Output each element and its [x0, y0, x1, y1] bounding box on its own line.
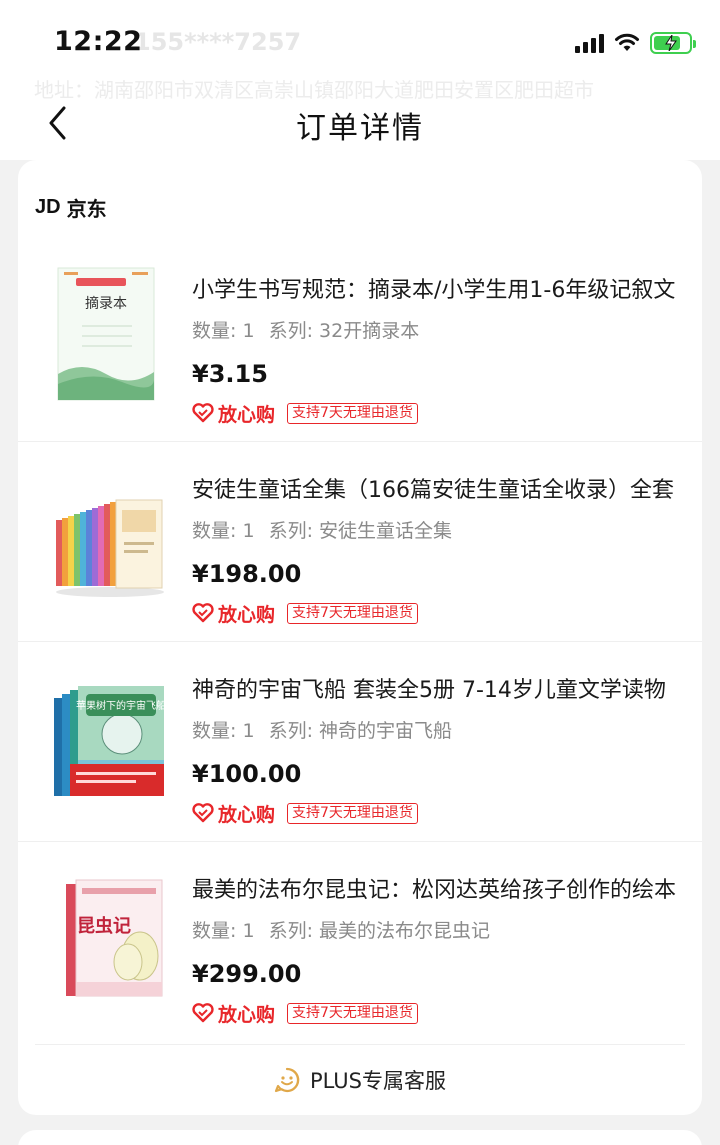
product-price: ¥198.00	[192, 560, 302, 588]
next-section-card	[18, 1130, 702, 1145]
plus-service-label: PLUS专属客服	[309, 1068, 447, 1093]
product-price: ¥299.00	[192, 960, 302, 988]
product-item[interactable]: 昆虫记 最美的法布尔昆虫记：松冈达英给孩子创作的绘本 数量: 1 系列: 最美的…	[18, 842, 702, 1042]
product-item[interactable]: 苹果树下的宇宙飞船 神奇的宇宙飞船 套装全5册 7-14岁儿童文学读物 数量: …	[18, 642, 702, 842]
product-series: 系列: 神奇的宇宙飞船	[268, 720, 453, 742]
spaceship-cover-title: 苹果树下的宇宙飞船	[76, 699, 166, 712]
product-series: 系列: 32开摘录本	[268, 320, 420, 342]
plus-customer-service-button[interactable]: PLUS专属客服	[35, 1044, 685, 1114]
nav-bar: 订单详情	[0, 95, 720, 151]
header: 155****7257 12:22 地址：湖南邵阳市双清区高崇山镇邵阳大道肥田安…	[0, 0, 720, 160]
product-meta: 数量: 1 系列: 安徒生童话全集	[192, 516, 452, 543]
shop-name: 京东	[66, 196, 107, 221]
battery-charging-icon	[650, 32, 696, 54]
product-meta: 数量: 1 系列: 神奇的宇宙飞船	[192, 716, 452, 743]
insect-cover-title: 昆虫记	[77, 915, 131, 937]
heart-shield-icon	[192, 1003, 214, 1023]
product-meta: 数量: 1 系列: 最美的法布尔昆虫记	[192, 916, 490, 943]
guarantee-name: 放心购	[218, 1003, 276, 1026]
wifi-icon	[615, 33, 639, 51]
guarantee-badge: 放心购 支持7天无理由退货	[192, 600, 418, 626]
shop-header[interactable]: JD 京东	[35, 192, 107, 222]
product-title: 小学生书写规范：摘录本/小学生用1-6年级记叙文	[192, 278, 676, 303]
status-bar: 155****7257 12:22	[0, 18, 720, 68]
heart-shield-icon	[192, 403, 214, 423]
product-quantity: 数量: 1	[192, 520, 255, 542]
product-quantity: 数量: 1	[192, 720, 255, 742]
product-thumbnail-andersen-box-set	[56, 499, 164, 597]
product-price: ¥100.00	[192, 760, 302, 788]
product-meta: 数量: 1 系列: 32开摘录本	[192, 316, 419, 343]
jd-logo: JD	[35, 195, 61, 218]
return-policy-tag: 支持7天无理由退货	[287, 1002, 418, 1024]
product-title: 最美的法布尔昆虫记：松冈达英给孩子创作的绘本	[192, 878, 677, 903]
status-time: 12:22	[54, 26, 143, 57]
product-series: 系列: 安徒生童话全集	[268, 520, 453, 542]
product-thumbnail-spaceship-set: 苹果树下的宇宙飞船	[54, 686, 166, 796]
guarantee-name: 放心购	[218, 603, 276, 626]
product-item[interactable]: 摘录本 小学生书写规范：摘录本/小学生用1-6年级记叙文 数量: 1 系列: 3…	[18, 242, 702, 442]
guarantee-name: 放心购	[218, 403, 276, 426]
product-thumbnail-excerpt-book: 摘录本	[57, 267, 155, 401]
guarantee-badge: 放心购 支持7天无理由退货	[192, 400, 418, 426]
guarantee-badge: 放心购 支持7天无理由退货	[192, 1000, 418, 1026]
heart-shield-icon	[192, 603, 214, 623]
heart-shield-icon	[192, 803, 214, 823]
product-quantity: 数量: 1	[192, 920, 255, 942]
product-item[interactable]: 安徒生童话全集（166篇安徒生童话全收录）全套 数量: 1 系列: 安徒生童话全…	[18, 442, 702, 642]
excerpt-cover-title: 摘录本	[85, 295, 127, 312]
return-policy-tag: 支持7天无理由退货	[287, 402, 418, 424]
return-policy-tag: 支持7天无理由退货	[287, 602, 418, 624]
product-title: 安徒生童话全集（166篇安徒生童话全收录）全套	[192, 478, 674, 503]
page-title: 订单详情	[296, 111, 424, 146]
product-series: 系列: 最美的法布尔昆虫记	[268, 920, 491, 942]
product-quantity: 数量: 1	[192, 320, 255, 342]
guarantee-badge: 放心购 支持7天无理由退货	[192, 800, 418, 826]
product-thumbnail-insect-book: 昆虫记	[66, 879, 163, 997]
order-card: JD 京东 摘录本 小学生书写规范：摘录本/小学生用1-6年级记叙文 数量: 1…	[18, 160, 702, 1115]
cellular-signal-icon	[575, 33, 604, 53]
ghost-contact-phone-number: 155****7257	[134, 28, 302, 56]
smile-chat-icon	[274, 1067, 300, 1092]
return-policy-tag: 支持7天无理由退货	[287, 802, 418, 824]
product-title: 神奇的宇宙飞船 套装全5册 7-14岁儿童文学读物	[192, 678, 666, 703]
guarantee-name: 放心购	[218, 803, 276, 826]
status-icons	[575, 30, 696, 56]
product-price: ¥3.15	[192, 360, 268, 388]
